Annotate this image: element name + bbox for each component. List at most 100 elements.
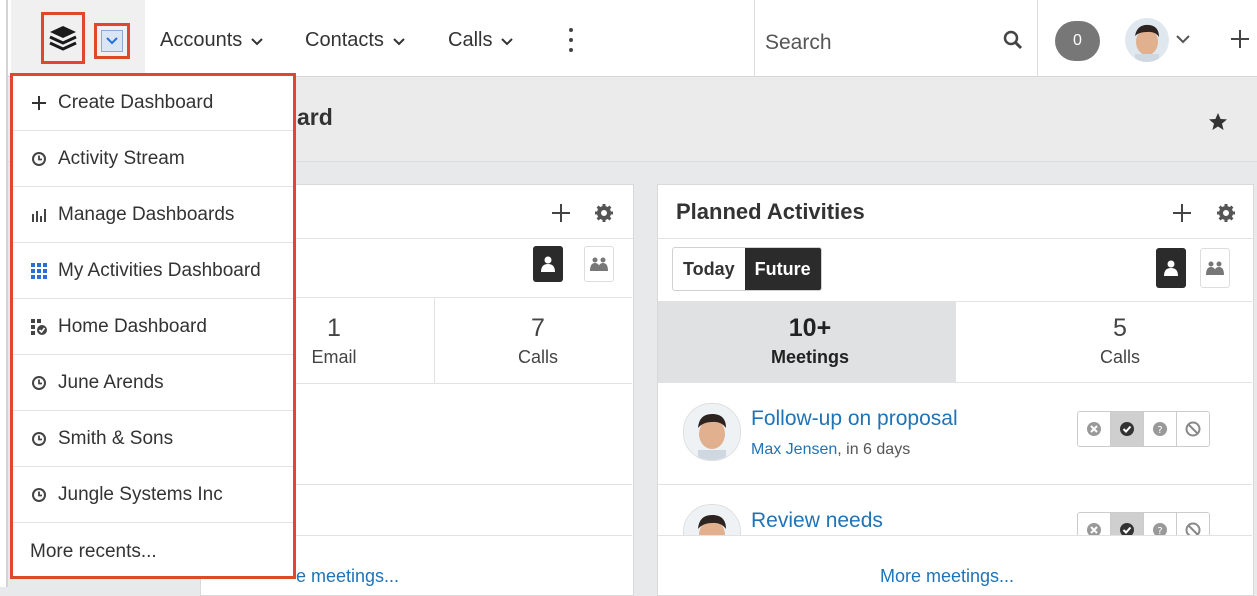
search-input[interactable]: Search (765, 31, 832, 55)
dashlet-title: Planned Activities (676, 199, 865, 224)
activity-row-clip: Review needs ? (658, 485, 1252, 535)
home-logo-button[interactable] (41, 12, 85, 64)
x-circle-icon (1087, 422, 1101, 436)
ban-icon (1185, 522, 1201, 535)
menu-item-recent-dashboard[interactable]: June Arends (13, 356, 293, 411)
menu-item-label: Manage Dashboards (58, 204, 235, 225)
plus-icon[interactable] (1172, 203, 1192, 223)
menu-item-label: My Activities Dashboard (58, 260, 261, 281)
question-circle-icon: ? (1153, 523, 1167, 535)
menu-item-manage-dashboards[interactable]: Manage Dashboards (13, 188, 293, 243)
global-search[interactable]: Search (754, 0, 1038, 76)
more-modules-button[interactable] (567, 28, 575, 52)
stat-value: 10+ (788, 314, 832, 342)
menu-item-recent-dashboard[interactable]: Smith & Sons (13, 412, 293, 467)
x-circle-icon (1087, 523, 1101, 535)
calls-count[interactable]: 5 Calls (1060, 314, 1180, 368)
dashlet-header: Planned Activities (658, 185, 1253, 239)
more-meetings-link[interactable]: More meetings... (880, 566, 1014, 587)
plus-icon (30, 94, 48, 112)
accept-button[interactable] (1111, 513, 1144, 535)
tentative-button[interactable]: ? (1144, 412, 1177, 446)
nav-accounts-label: Accounts (160, 29, 243, 51)
nav-contacts[interactable]: Contacts (305, 29, 406, 52)
home-dropdown-toggle[interactable] (94, 23, 130, 59)
dashboard-dropdown-menu: Create Dashboard Activity Stream Manage … (10, 73, 296, 579)
user-photo-icon (684, 404, 740, 460)
menu-item-recent-dashboard[interactable]: Jungle Systems Inc (13, 468, 293, 523)
decline-button[interactable] (1078, 412, 1111, 446)
menu-item-create-dashboard[interactable]: Create Dashboard (13, 76, 293, 131)
email-count[interactable]: 1 Email (296, 314, 372, 368)
team-items-toggle[interactable] (1200, 248, 1230, 288)
none-button[interactable] (1177, 412, 1209, 446)
accept-button[interactable] (1111, 412, 1144, 446)
clock-icon (30, 430, 48, 448)
date-range-tabs: Today Future (672, 247, 822, 291)
plus-icon[interactable] (1230, 29, 1250, 49)
menu-item-my-activities-dashboard[interactable]: My Activities Dashboard (13, 244, 293, 299)
notifications-badge[interactable]: 0 (1055, 21, 1100, 61)
tentative-button[interactable]: ? (1144, 513, 1177, 535)
menu-item-more-recents[interactable]: More recents... (13, 524, 293, 579)
menu-item-label: Jungle Systems Inc (58, 484, 223, 505)
menu-item-label: Home Dashboard (58, 316, 207, 337)
search-icon[interactable] (1003, 30, 1023, 50)
tab-future[interactable]: Future (744, 248, 821, 290)
stat-label: Email (311, 347, 357, 367)
decline-button[interactable] (1078, 513, 1111, 535)
ban-icon (1185, 421, 1201, 437)
group-icon (590, 257, 608, 271)
activity-title-link[interactable]: Follow-up on proposal (751, 407, 958, 431)
chevron-down-icon[interactable] (1176, 34, 1190, 44)
nav-contacts-label: Contacts (305, 29, 384, 51)
activity-subtitle: Max Jensen, in 6 days (751, 441, 910, 459)
status-buttons: ? (1077, 411, 1210, 447)
team-items-toggle[interactable] (584, 246, 614, 282)
calls-count[interactable]: 7 Calls (500, 314, 576, 368)
user-photo-icon (1135, 24, 1159, 62)
menu-item-activity-stream[interactable]: Activity Stream (13, 132, 293, 187)
question-circle-icon: ? (1153, 422, 1167, 436)
stat-label: Meetings (770, 347, 849, 367)
group-icon (1206, 261, 1224, 275)
status-buttons: ? (1077, 512, 1210, 535)
nav-calls-label: Calls (448, 29, 493, 51)
divider (658, 535, 1252, 536)
more-meetings-link[interactable]: e meetings... (296, 566, 399, 587)
chevron-down-icon (106, 37, 118, 45)
assignee-link[interactable]: Max Jensen (751, 441, 837, 458)
menu-item-label: Create Dashboard (58, 92, 214, 113)
menu-item-home-dashboard[interactable]: Home Dashboard (13, 300, 293, 355)
gear-icon[interactable] (1216, 203, 1236, 223)
favorite-star-icon[interactable] (1208, 112, 1228, 132)
chevron-down-icon (501, 37, 514, 45)
menu-item-label: More recents... (30, 540, 157, 562)
activity-title-link[interactable]: Review needs (751, 509, 883, 533)
stat-label: Calls (1099, 347, 1140, 367)
grid-icon (30, 262, 48, 280)
home-dashboard-icon (30, 318, 48, 336)
chevron-down-icon (393, 37, 405, 45)
stat-value: 1 (327, 314, 341, 342)
none-button[interactable] (1177, 513, 1209, 535)
check-circle-icon (1120, 523, 1134, 535)
svg-text:?: ? (1157, 526, 1162, 535)
check-circle-icon (1120, 422, 1134, 436)
gear-icon[interactable] (594, 203, 614, 223)
tab-today[interactable]: Today (673, 248, 745, 290)
menu-item-label: June Arends (58, 372, 164, 393)
my-items-toggle[interactable] (533, 246, 563, 282)
divider (658, 382, 1252, 383)
bar-chart-icon (30, 206, 48, 224)
user-avatar[interactable] (1125, 18, 1169, 62)
meetings-count[interactable]: 10+ Meetings (740, 314, 880, 368)
nav-accounts[interactable]: Accounts (160, 29, 264, 52)
plus-icon[interactable] (551, 203, 571, 223)
chevron-down-icon (251, 37, 263, 45)
nav-calls[interactable]: Calls (448, 29, 514, 52)
my-items-toggle[interactable] (1156, 248, 1186, 288)
sugar-cube-icon (49, 26, 77, 51)
user-icon (1164, 260, 1178, 276)
user-icon (541, 256, 555, 272)
